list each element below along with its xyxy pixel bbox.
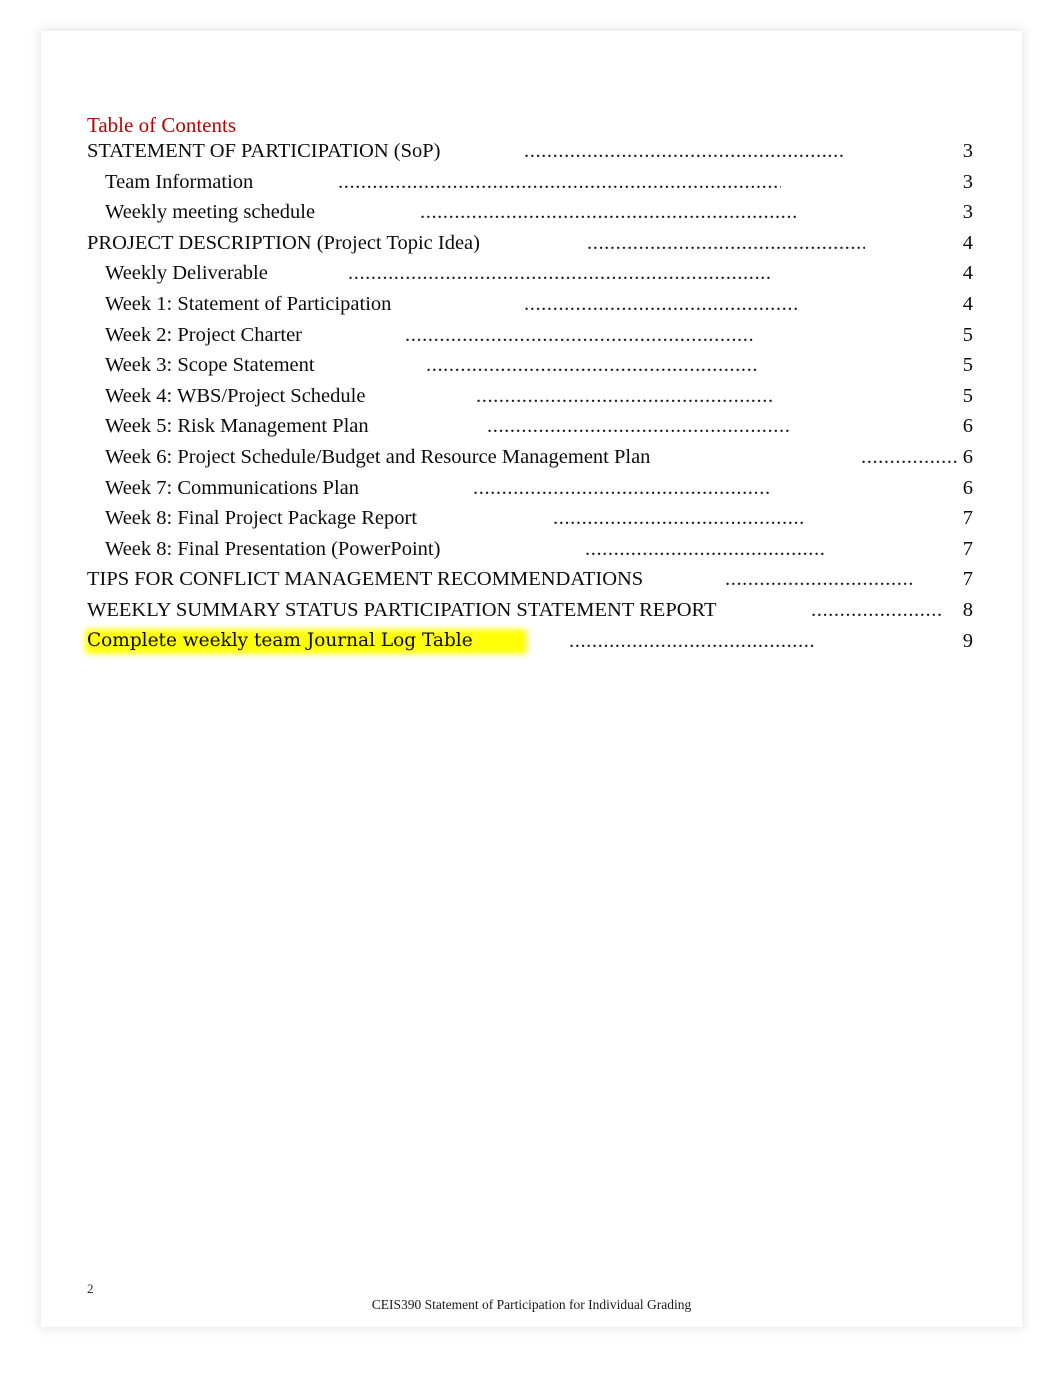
toc-entry[interactable]: Week 3: Scope Statement.................… — [41, 350, 1022, 381]
toc-dot-leader: ........................................… — [338, 170, 781, 193]
toc-dot-leader: ........................................… — [473, 476, 771, 499]
toc-page-number: 6 — [962, 415, 973, 438]
toc-entry-label: Week 3: Scope Statement — [105, 354, 315, 377]
toc-entry[interactable]: Week 1: Statement of Participation......… — [41, 289, 1022, 320]
toc-page-number: 7 — [962, 537, 973, 560]
toc-entry-label: Week 7: Communications Plan — [105, 476, 359, 499]
toc-entry-label: STATEMENT OF PARTICIPATION (SoP) — [87, 140, 441, 162]
toc-dot-leader: .......................... — [811, 599, 941, 621]
toc-page-number: 4 — [962, 262, 973, 285]
toc-entry-label: Team Information — [105, 170, 254, 193]
toc-entry-label: Complete weekly team Journal Log Table — [87, 629, 473, 651]
toc-entry[interactable]: Week 6: Project Schedule/Budget and Reso… — [41, 442, 1022, 473]
toc-dot-leader: ........................................… — [348, 262, 772, 285]
toc-entry-label: Week 8: Final Presentation (PowerPoint) — [105, 537, 441, 560]
toc-dot-leader: ........................................… — [405, 323, 755, 346]
toc-dot-leader: ........................................… — [569, 629, 816, 652]
toc-dot-leader: ........................................… — [587, 231, 865, 254]
footer-text: CEIS390 Statement of Participation for I… — [371, 1297, 692, 1312]
toc-entry-label: Week 6: Project Schedule/Budget and Reso… — [105, 446, 651, 468]
toc-page-number: 5 — [962, 354, 973, 377]
toc-page-number: 9 — [962, 629, 973, 652]
toc-page-number: 4 — [962, 293, 973, 315]
toc-entry-label: Week 4: WBS/Project Schedule — [105, 384, 366, 407]
toc-page-number: 5 — [962, 323, 973, 346]
toc-entry-label: PROJECT DESCRIPTION (Project Topic Idea) — [87, 231, 480, 254]
toc-entry[interactable]: PROJECT DESCRIPTION (Project Topic Idea)… — [41, 228, 1022, 259]
toc-dot-leader: ........................................… — [476, 384, 774, 407]
toc-entry[interactable]: Week 2: Project Charter.................… — [41, 320, 1022, 351]
toc-entry[interactable]: Week 8: Final Project Package Report....… — [41, 503, 1022, 534]
toc-entry[interactable]: Weekly Deliverable......................… — [41, 258, 1022, 289]
toc-entry-label: TIPS FOR CONFLICT MANAGEMENT RECOMMENDAT… — [87, 568, 644, 591]
toc-entry[interactable]: TIPS FOR CONFLICT MANAGEMENT RECOMMENDAT… — [41, 564, 1022, 595]
toc-page-number: 3 — [962, 140, 973, 162]
toc-page-number: 7 — [962, 507, 973, 530]
toc-dot-leader: ........................................… — [553, 507, 805, 530]
toc-entry[interactable]: Week 8: Final Presentation (PowerPoint).… — [41, 534, 1022, 565]
toc-page-number: 5 — [962, 384, 973, 407]
toc-page-number: 3 — [962, 170, 973, 193]
toc-dot-leader: ........................................… — [426, 354, 759, 377]
toc-entry-label: Weekly Deliverable — [105, 262, 268, 285]
toc-entry-label: Week 1: Statement of Participation — [105, 293, 392, 315]
toc-dot-leader: ........................................… — [524, 293, 799, 315]
toc-page-number: 6 — [962, 446, 973, 468]
footer-page-number: 2 — [87, 1281, 94, 1296]
toc-entry-label: Weekly meeting schedule — [105, 201, 316, 224]
toc-dot-leader: ........................................… — [585, 537, 826, 560]
toc-page-number: 7 — [962, 568, 973, 591]
toc-entry-label: Week 8: Final Project Package Report — [105, 507, 418, 530]
page-title: Table of Contents — [87, 113, 236, 137]
toc-entry-label: Week 5: Risk Management Plan — [105, 415, 369, 438]
toc-page-number: 8 — [962, 599, 973, 621]
toc-entry[interactable]: WEEKLY SUMMARY STATUS PARTICIPATION STAT… — [41, 595, 1022, 626]
toc-entry[interactable]: Team Information........................… — [41, 167, 1022, 198]
toc-page-number: 6 — [962, 476, 973, 499]
toc-dot-leader: ........................................… — [524, 140, 844, 162]
toc-entry[interactable]: Week 5: Risk Management Plan............… — [41, 411, 1022, 442]
toc-dot-leader: ........................................… — [420, 201, 798, 224]
toc-entry[interactable]: STATEMENT OF PARTICIPATION (SoP)........… — [41, 136, 1022, 167]
toc-entry[interactable]: Week 4: WBS/Project Schedule............… — [41, 381, 1022, 412]
toc-dot-leader: ........................................… — [487, 415, 791, 438]
toc-page-number: 4 — [962, 231, 973, 254]
toc-entry[interactable]: Week 7: Communications Plan.............… — [41, 473, 1022, 504]
toc-dot-leader: ..................................... — [725, 568, 913, 591]
toc-entry[interactable]: Weekly meeting schedule.................… — [41, 197, 1022, 228]
toc-entry[interactable]: Complete weekly team Journal Log Table..… — [41, 626, 1022, 657]
toc-entry-label: WEEKLY SUMMARY STATUS PARTICIPATION STAT… — [87, 599, 717, 621]
toc-entry-label: Week 2: Project Charter — [105, 323, 303, 346]
toc-page-number: 3 — [962, 201, 973, 224]
document-page: Table of Contents STATEMENT OF PARTICIPA… — [41, 31, 1022, 1327]
